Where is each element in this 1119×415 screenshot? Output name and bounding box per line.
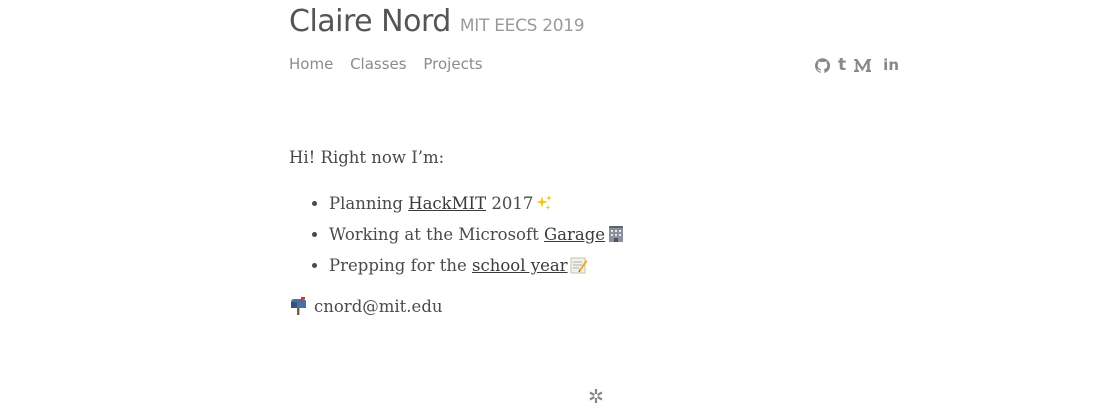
- school-year-link[interactable]: school year: [472, 256, 568, 275]
- linkedin-icon[interactable]: in: [883, 56, 899, 74]
- intro-greeting: Hi! Right now I’m:: [289, 148, 445, 167]
- nav-home[interactable]: Home: [289, 55, 333, 73]
- list-item: Planning HackMIT 2017: [329, 190, 901, 221]
- memo-icon: [570, 255, 588, 283]
- site-header: Claire Nord MIT EECS 2019: [289, 4, 585, 39]
- garage-link[interactable]: Garage: [544, 225, 605, 244]
- list-item-text: Working at the Microsoft: [329, 225, 544, 244]
- list-item: Working at the Microsoft Garage: [329, 221, 901, 252]
- github-icon[interactable]: [815, 56, 831, 74]
- list-item-text: Prepping for the: [329, 256, 473, 275]
- email-address[interactable]: cnord@mit.edu: [314, 297, 443, 316]
- status-list: Planning HackMIT 2017 Working at the Mic…: [289, 190, 901, 283]
- sparkles-icon: [535, 193, 553, 221]
- building-icon: [607, 224, 625, 252]
- footer-ornament: ✲: [588, 386, 604, 408]
- main-nav: Home Classes Projects: [289, 55, 495, 73]
- site-title[interactable]: Claire Nord: [289, 4, 451, 39]
- social-links: t in: [815, 56, 899, 74]
- contact-line: cnord@mit.edu: [289, 294, 443, 323]
- list-item-text: 2017: [486, 194, 534, 213]
- list-item-text: Planning: [329, 194, 409, 213]
- nav-classes[interactable]: Classes: [350, 55, 407, 73]
- page-container: Claire Nord MIT EECS 2019 Home Classes P…: [289, 0, 901, 415]
- intro-section: Hi! Right now I’m: Planning HackMIT 2017…: [289, 146, 901, 283]
- nav-projects[interactable]: Projects: [423, 55, 482, 73]
- mailbox-icon: [289, 297, 308, 323]
- hackmit-link[interactable]: HackMIT: [408, 194, 486, 213]
- site-subtitle: MIT EECS 2019: [459, 16, 585, 36]
- tumblr-icon[interactable]: t: [838, 56, 846, 74]
- list-item: Prepping for the school year: [329, 252, 901, 283]
- medium-icon[interactable]: [854, 56, 872, 74]
